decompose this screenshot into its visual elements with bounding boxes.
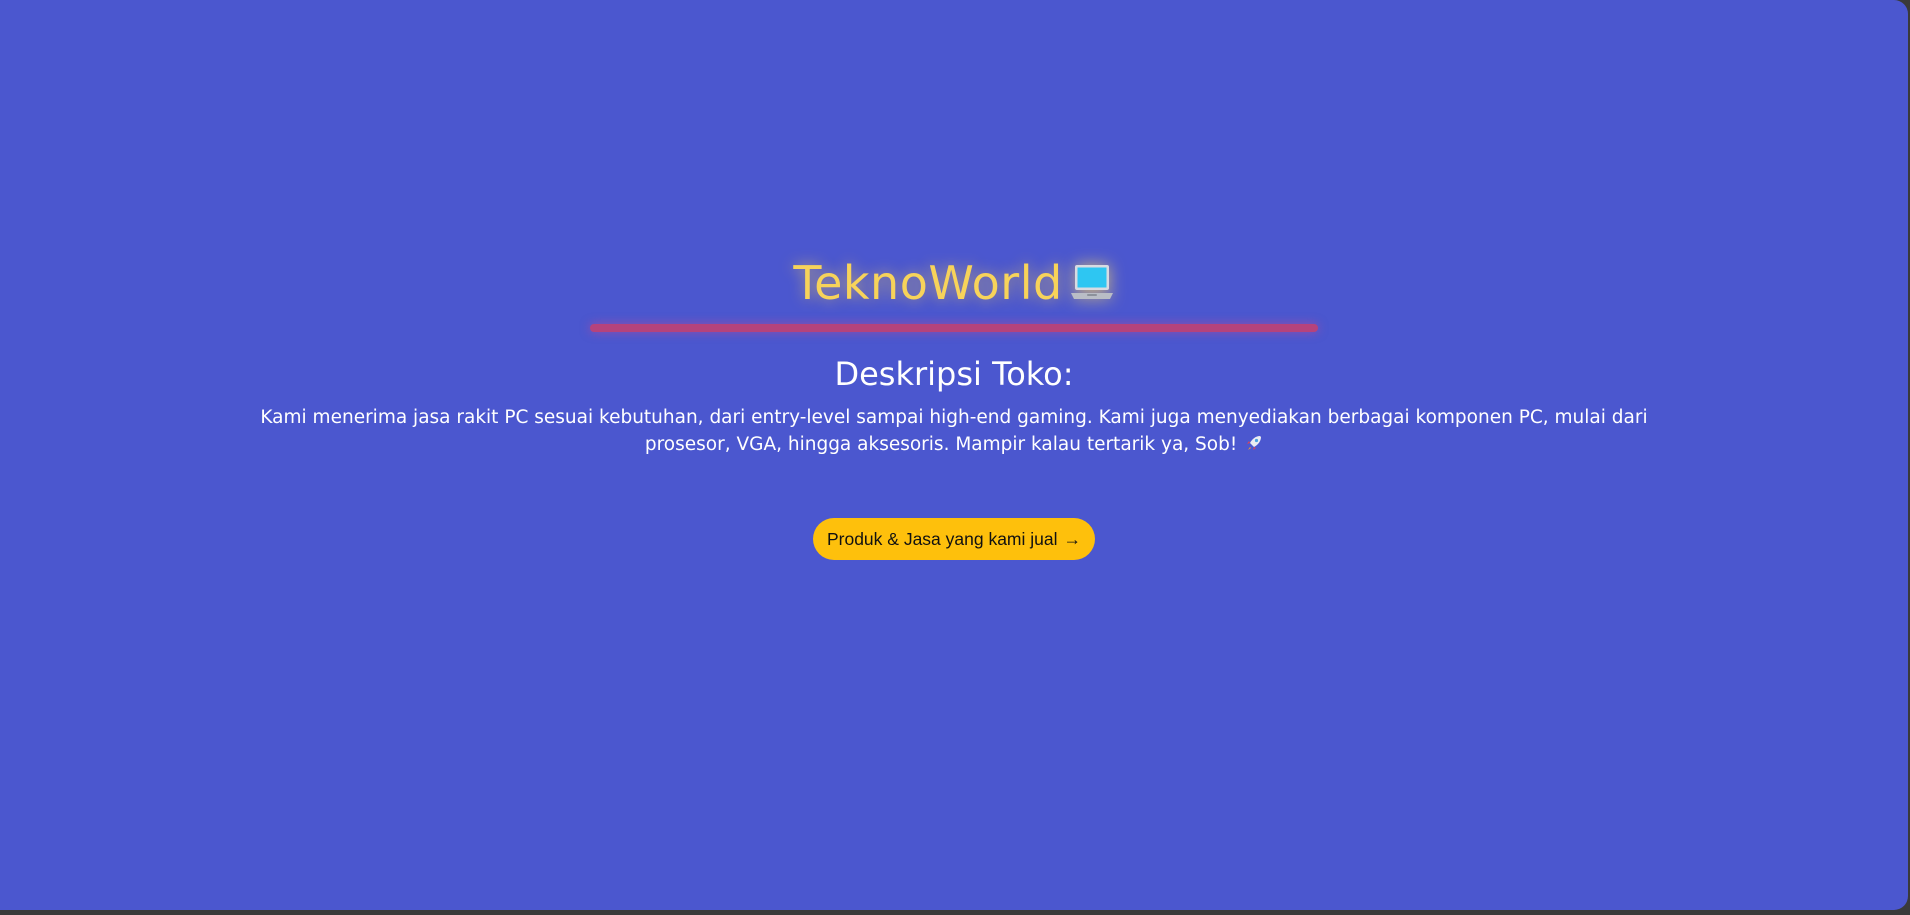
hero-section: TeknoWorld Deskripsi Toko: Kami menerima… <box>0 248 1908 560</box>
section-title: Deskripsi Toko: <box>834 355 1074 393</box>
laptop-icon <box>1069 260 1115 306</box>
arrow-right-icon: → <box>1063 528 1082 549</box>
page-background: TeknoWorld Deskripsi Toko: Kami menerima… <box>0 0 1908 910</box>
brand-title: TeknoWorld <box>793 256 1063 310</box>
title-divider <box>590 324 1318 332</box>
store-description: Kami menerima jasa rakit PC sesuai kebut… <box>224 404 1684 458</box>
products-services-label: Produk & Jasa yang kami jual <box>826 528 1058 549</box>
brand-heading: TeknoWorld <box>793 248 1114 318</box>
products-services-button[interactable]: Produk & Jasa yang kami jual → <box>812 518 1096 560</box>
store-description-text: Kami menerima jasa rakit PC sesuai kebut… <box>260 407 1648 455</box>
rocket-icon <box>1245 433 1263 451</box>
